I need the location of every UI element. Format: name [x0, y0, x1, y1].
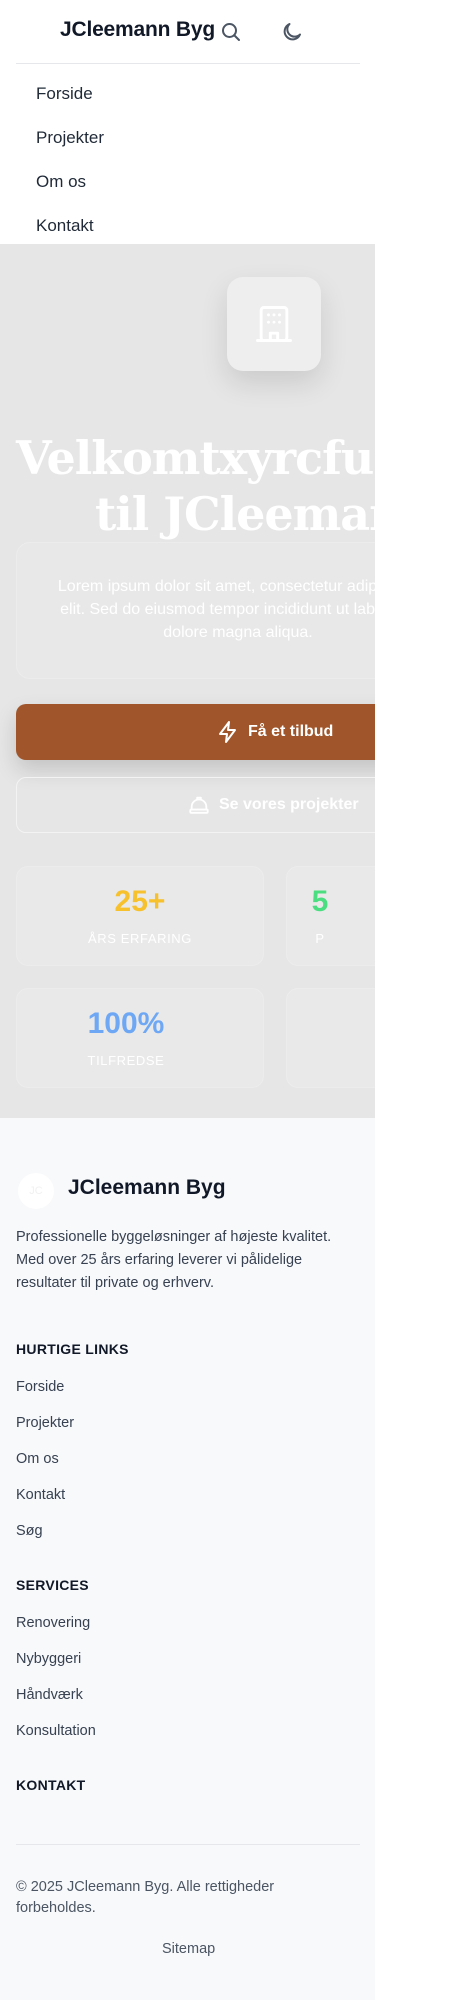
- footer-link-handvaerk[interactable]: Håndværk: [16, 1687, 83, 1703]
- building-icon: [256, 306, 292, 342]
- lightning-icon: [219, 721, 236, 743]
- copyright-text: © 2025 JCleemann Byg. Alle rettigheder f…: [16, 1879, 275, 1916]
- see-projects-button[interactable]: Se vores projekter: [16, 777, 375, 833]
- quick-links-heading: HURTIGE LINKS: [16, 1341, 129, 1357]
- hero-icon-card: [227, 277, 321, 371]
- stat-card-empty: [286, 988, 375, 1088]
- footer-link-kontakt[interactable]: Kontakt: [16, 1487, 65, 1503]
- stat-card-projects: 5 P: [286, 866, 375, 966]
- nav-item-forside[interactable]: Forside: [36, 84, 93, 104]
- nav-item-om-os[interactable]: Om os: [36, 172, 86, 192]
- footer-link-konsultation[interactable]: Konsultation: [16, 1723, 96, 1739]
- see-projects-label: Se vores projekter: [219, 796, 359, 813]
- hero-title-line-1: Velkomtxyrcfugvi: [16, 431, 375, 485]
- footer-description: Professionelle byggeløsninger af højeste…: [16, 1229, 332, 1291]
- footer-link-renovering[interactable]: Renovering: [16, 1615, 90, 1631]
- site-header: JCleemann Byg: [0, 0, 375, 64]
- stat-label: P: [315, 931, 325, 946]
- page: JCleemann Byg Forside Projekter Om os Ko…: [0, 0, 375, 2000]
- hero-lead-card: Lorem ipsum dolor sit amet, consectetur …: [16, 542, 375, 679]
- hero-section: Velkomtxyrcfugvi til JCleemann Lorem ips…: [0, 244, 375, 1118]
- hard-hat-icon: [189, 796, 209, 814]
- stat-value: 100%: [87, 1007, 165, 1040]
- footer-link-projekter[interactable]: Projekter: [16, 1415, 74, 1431]
- stat-label: TILFREDSE: [87, 1053, 165, 1068]
- footer-link-om-os[interactable]: Om os: [16, 1451, 59, 1467]
- nav-item-kontakt[interactable]: Kontakt: [36, 216, 94, 236]
- sitemap-link[interactable]: Sitemap: [162, 1941, 215, 1957]
- search-icon[interactable]: [219, 20, 243, 44]
- brand-logo-text[interactable]: JCleemann Byg: [60, 18, 215, 42]
- stat-value: 5: [311, 885, 329, 918]
- site-footer: JC JCleemann Byg Professionelle byggeløs…: [0, 1118, 375, 2000]
- footer-logo: JC: [18, 1173, 54, 1209]
- footer-brand: JCleemann Byg: [68, 1176, 226, 1199]
- hero-lead-text: Lorem ipsum dolor sit amet, consectetur …: [57, 578, 375, 641]
- get-quote-label: Få et tilbud: [248, 723, 334, 740]
- footer-divider: [16, 1844, 360, 1845]
- hero-title: Velkomtxyrcfugvi til JCleemann: [16, 430, 375, 542]
- footer-link-forside[interactable]: Forside: [16, 1379, 64, 1395]
- moon-icon[interactable]: [280, 20, 304, 44]
- footer-link-nybyggeri[interactable]: Nybyggeri: [16, 1651, 81, 1667]
- contact-heading: KONTAKT: [16, 1777, 86, 1793]
- hero-title-line-2: til JCleemann: [95, 487, 375, 541]
- get-quote-button[interactable]: Få et tilbud: [16, 704, 375, 760]
- footer-link-sog[interactable]: Søg: [16, 1523, 43, 1539]
- stat-card-satisfaction: 100% TILFREDSE: [16, 988, 264, 1088]
- nav-item-projekter[interactable]: Projekter: [36, 128, 104, 148]
- header-divider: [16, 63, 360, 64]
- services-heading: SERVICES: [16, 1577, 89, 1593]
